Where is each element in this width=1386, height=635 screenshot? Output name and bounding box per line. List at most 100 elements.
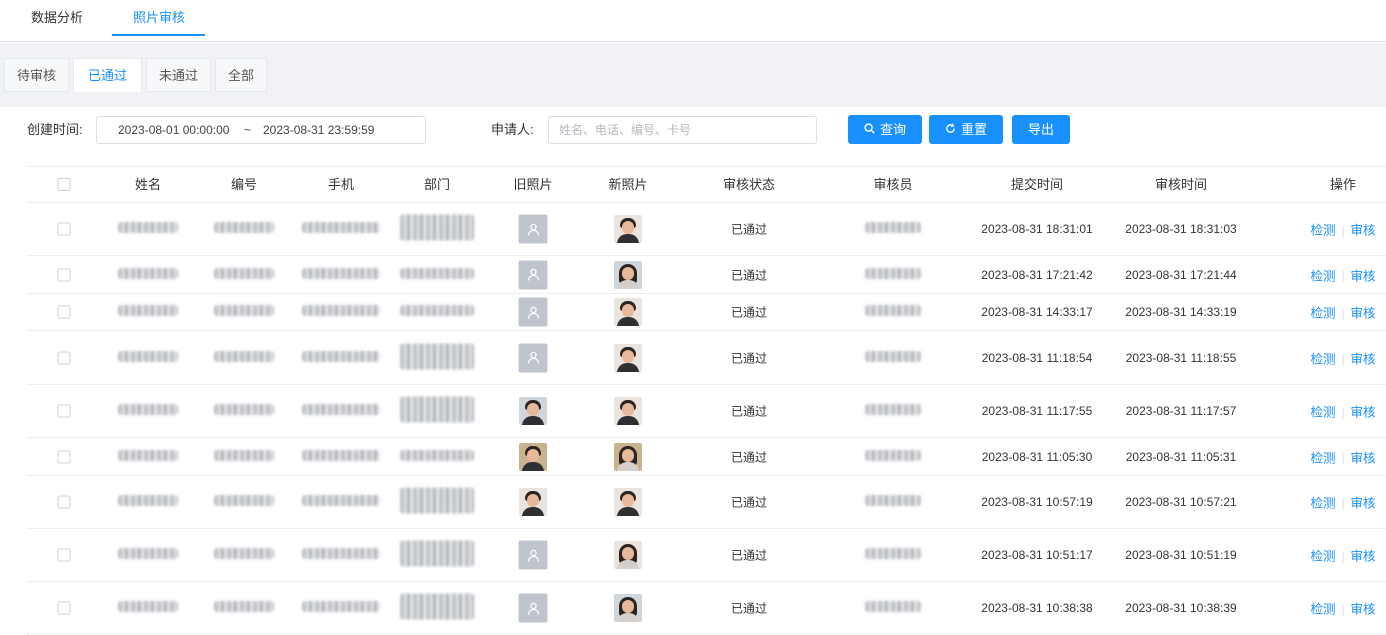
tab-pending[interactable]: 待审核 xyxy=(4,58,70,92)
detect-link[interactable]: 检测 xyxy=(1310,224,1335,238)
old-photo-thumbnail[interactable] xyxy=(519,397,547,425)
search-button-label: 查询 xyxy=(879,122,906,137)
table-row: 已通过 2023-08-31 11:05:30 2023-08-31 11:05… xyxy=(27,438,1386,476)
review-link[interactable]: 审核 xyxy=(1351,603,1376,617)
table-row: 已通过 2023-08-31 10:38:38 2023-08-31 10:38… xyxy=(27,582,1386,635)
redacted-department xyxy=(400,343,474,369)
cell-name xyxy=(118,305,178,319)
new-photo-thumbnail[interactable] xyxy=(614,215,642,243)
tab-photo-review[interactable]: 照片审核 xyxy=(133,0,185,36)
review-link[interactable]: 审核 xyxy=(1351,550,1376,564)
new-photo-thumbnail[interactable] xyxy=(614,343,642,372)
redacted-id xyxy=(214,222,274,233)
redacted-reviewer xyxy=(865,267,921,279)
cell-reviewed-time: 2023-08-31 11:05:31 xyxy=(1125,449,1237,464)
review-link[interactable]: 审核 xyxy=(1351,269,1376,283)
new-photo-thumbnail[interactable] xyxy=(614,594,642,622)
active-tab-indicator xyxy=(112,34,205,36)
redacted-phone xyxy=(302,404,380,415)
cell-name xyxy=(118,601,178,615)
photo-body xyxy=(522,416,544,425)
detect-link[interactable]: 检测 xyxy=(1310,406,1335,420)
detect-link[interactable]: 检测 xyxy=(1310,497,1335,511)
cell-phone xyxy=(302,222,380,236)
search-button[interactable]: 查询 xyxy=(848,115,922,144)
review-link[interactable]: 审核 xyxy=(1351,224,1376,238)
cell-reviewed-time: 2023-08-31 11:18:55 xyxy=(1125,350,1237,365)
export-button[interactable]: 导出 xyxy=(1012,115,1070,144)
old-photo-placeholder xyxy=(518,343,548,372)
cell-status: 已通过 xyxy=(730,601,768,616)
review-link[interactable]: 审核 xyxy=(1351,451,1376,465)
table-row: 已通过 2023-08-31 11:18:54 2023-08-31 11:18… xyxy=(27,331,1386,385)
detect-link[interactable]: 检测 xyxy=(1310,550,1335,564)
review-link[interactable]: 审核 xyxy=(1351,307,1376,321)
reset-button[interactable]: 重置 xyxy=(929,115,1003,144)
redacted-phone xyxy=(302,222,380,233)
row-select[interactable] xyxy=(57,351,71,364)
new-photo-thumbnail[interactable] xyxy=(614,541,642,569)
header-phone: 手机 xyxy=(327,177,355,192)
cell-submitted-time: 2023-08-31 10:57:19 xyxy=(981,495,1093,509)
cell-phone xyxy=(302,404,380,418)
select-all-checkbox[interactable] xyxy=(57,178,71,191)
row-checkbox[interactable] xyxy=(57,222,71,236)
cell-reviewer xyxy=(865,305,921,319)
new-photo-thumbnail[interactable] xyxy=(614,397,642,425)
detect-link[interactable]: 检测 xyxy=(1310,352,1335,366)
redacted-name xyxy=(118,222,178,233)
new-photo-thumbnail[interactable] xyxy=(614,260,642,289)
old-photo-placeholder xyxy=(518,214,548,244)
row-checkbox[interactable] xyxy=(57,450,71,463)
row-checkbox[interactable] xyxy=(57,305,71,319)
tab-rejected[interactable]: 未通过 xyxy=(146,58,212,92)
cell-reviewer xyxy=(865,495,921,509)
cell-old-photo xyxy=(518,540,548,570)
row-select[interactable] xyxy=(57,222,71,236)
tab-data-analysis[interactable]: 数据分析 xyxy=(31,0,83,36)
review-link[interactable]: 审核 xyxy=(1351,406,1376,420)
old-photo-thumbnail[interactable] xyxy=(519,488,547,516)
header-select-all[interactable] xyxy=(57,167,71,203)
cell-status: 已通过 xyxy=(730,268,768,282)
cell-name xyxy=(118,495,178,509)
applicant-input[interactable] xyxy=(548,116,817,144)
cell-old-photo xyxy=(519,488,547,516)
row-checkbox[interactable] xyxy=(57,268,71,281)
row-select[interactable] xyxy=(57,450,71,463)
new-photo-thumbnail[interactable] xyxy=(614,298,642,326)
row-select[interactable] xyxy=(57,548,71,562)
cell-status: 已通过 xyxy=(730,548,768,563)
detect-link[interactable]: 检测 xyxy=(1310,269,1335,283)
row-checkbox[interactable] xyxy=(57,495,71,509)
cell-phone xyxy=(302,449,380,464)
row-select[interactable] xyxy=(57,305,71,319)
row-checkbox[interactable] xyxy=(57,404,71,418)
detect-link[interactable]: 检测 xyxy=(1310,603,1335,617)
tab-all[interactable]: 全部 xyxy=(215,58,268,92)
redacted-department xyxy=(400,540,474,567)
cell-new-photo xyxy=(614,594,642,622)
date-range-picker[interactable]: 2023-08-01 00:00:00 ~ 2023-08-31 23:59:5… xyxy=(96,116,426,144)
table-body: 已通过 2023-08-31 18:31:01 2023-08-31 18:31… xyxy=(27,203,1386,635)
row-checkbox[interactable] xyxy=(57,601,71,615)
tab-approved[interactable]: 已通过 xyxy=(73,58,143,92)
row-select[interactable] xyxy=(57,404,71,418)
review-link[interactable]: 审核 xyxy=(1351,497,1376,511)
redacted-id xyxy=(214,548,274,559)
row-select[interactable] xyxy=(57,495,71,509)
row-checkbox[interactable] xyxy=(57,351,71,364)
row-select[interactable] xyxy=(57,268,71,281)
row-select[interactable] xyxy=(57,601,71,615)
detect-link[interactable]: 检测 xyxy=(1310,307,1335,321)
new-photo-thumbnail[interactable] xyxy=(614,442,642,471)
old-photo-thumbnail[interactable] xyxy=(519,442,547,471)
redacted-reviewer xyxy=(865,305,921,316)
detect-link[interactable]: 检测 xyxy=(1310,451,1335,465)
new-photo-thumbnail[interactable] xyxy=(614,488,642,516)
cell-actions: 检测 审核 xyxy=(1310,402,1375,421)
review-link[interactable]: 审核 xyxy=(1351,352,1376,366)
cell-name xyxy=(118,350,178,365)
redacted-reviewer xyxy=(865,601,921,612)
row-checkbox[interactable] xyxy=(57,548,71,562)
